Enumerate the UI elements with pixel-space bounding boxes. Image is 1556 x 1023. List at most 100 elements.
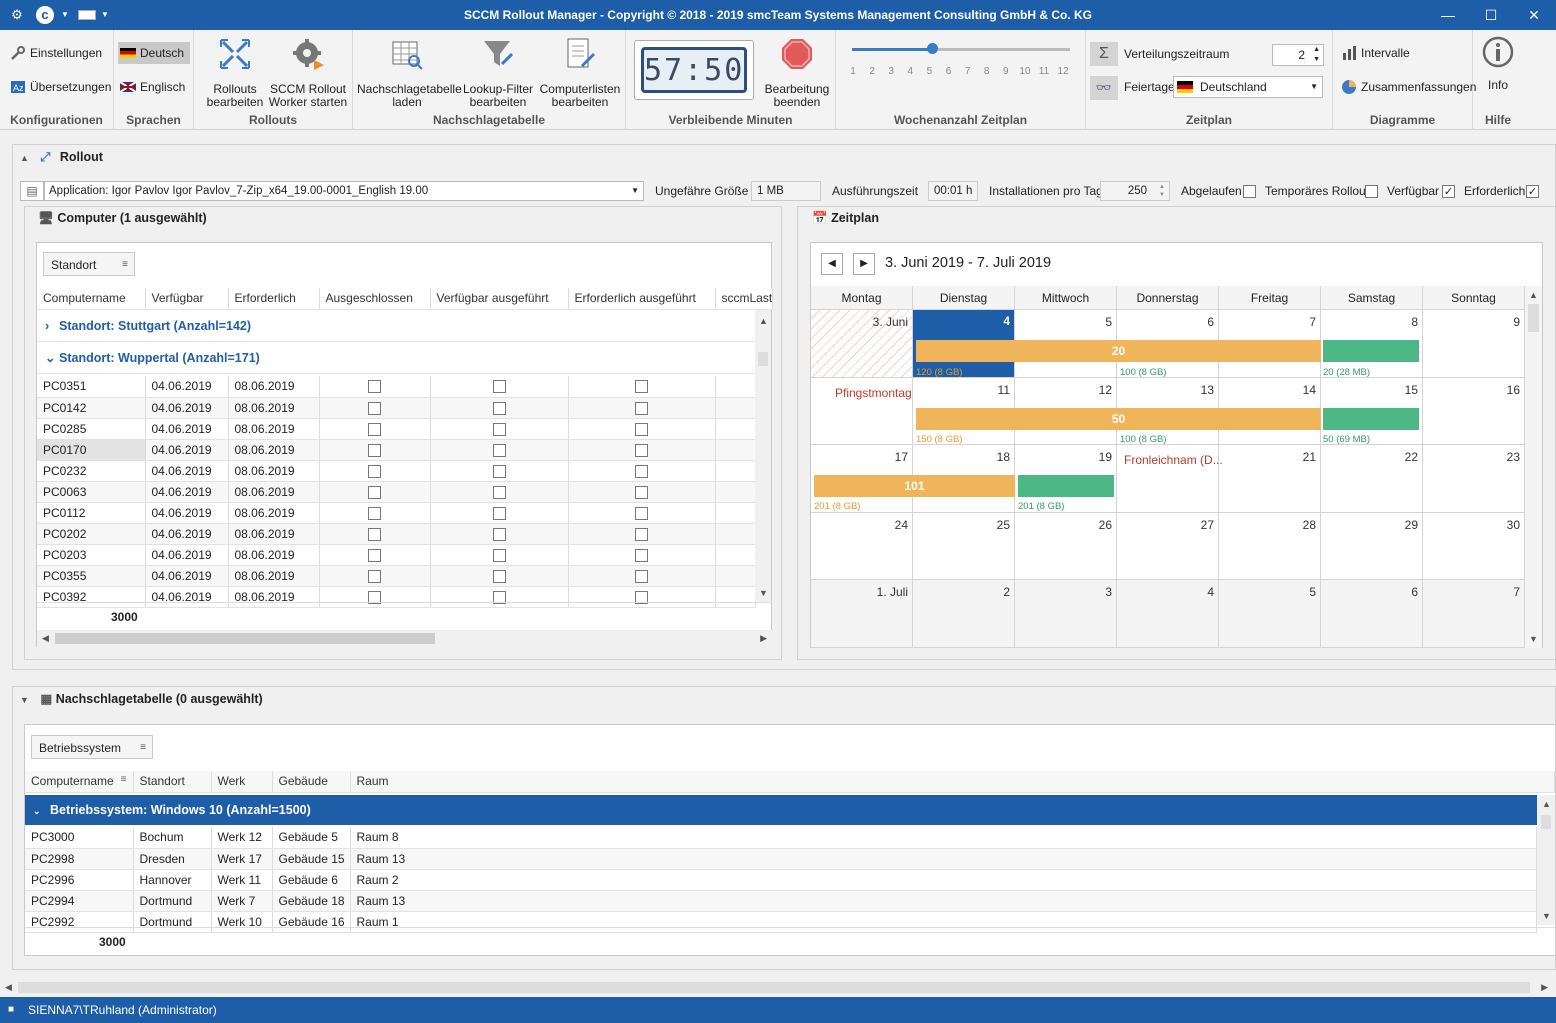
table-row[interactable]: PC0355 04.06.2019 08.06.2019 [37,565,756,587]
table-row[interactable]: PC2998 Dresden Werk 17 Gebäude 15 Raum 13 [25,848,1537,870]
row-checkbox[interactable] [635,485,648,499]
row-checkbox[interactable] [492,464,506,478]
lookup-filter-button[interactable]: Lookup-Filter bearbeiten [461,36,535,109]
scroll-left-icon[interactable]: ◀ [42,633,49,644]
calendar-day-cell[interactable]: 6 [1321,580,1423,648]
scroll-up-icon[interactable]: ▲ [1529,290,1538,300]
table-row[interactable]: PC0202 04.06.2019 08.06.2019 [37,523,756,545]
column-header[interactable]: Erforderlich ausgeführt [568,288,716,310]
schedule-bar[interactable] [1323,340,1419,362]
scroll-right-icon[interactable]: ▶ [1541,982,1548,993]
scroll-thumb[interactable] [758,352,768,366]
row-checkbox[interactable] [635,506,648,520]
chevron-down-icon[interactable]: ▼ [1310,77,1318,97]
schedule-bar[interactable] [1323,408,1419,430]
table-row[interactable]: PC0063 04.06.2019 08.06.2019 [37,481,756,503]
column-header[interactable]: Erforderlich [228,288,320,310]
row-checkbox[interactable] [635,380,648,394]
edit-rollouts-button[interactable]: Rollouts bearbeiten [200,36,270,109]
scroll-thumb[interactable] [18,982,1530,993]
group-by-os-chip[interactable]: Betriebssystem ≡ [31,735,153,759]
scroll-right-icon[interactable]: ▶ [760,633,767,644]
calendar-vscroll[interactable]: ▲ ▼ [1525,286,1542,648]
calendar-day-cell[interactable]: 25 [913,512,1015,580]
row-checkbox[interactable] [635,464,648,478]
calendar-day-cell[interactable]: 24 [811,512,913,580]
schedule-bar[interactable]: 20 [916,340,1321,362]
calendar-day-cell[interactable]: 1. Juli [811,580,913,648]
filter-icon[interactable]: ≡ [121,774,127,785]
scroll-left-icon[interactable]: ◀ [5,982,12,993]
row-checkbox[interactable] [635,527,648,541]
scroll-down-icon[interactable]: ▼ [1529,634,1538,644]
calendar-day-cell[interactable]: 26 [1015,512,1117,580]
scroll-down-icon[interactable]: ▼ [1542,911,1551,921]
calendar-next-button[interactable]: ▶ [853,253,875,275]
lookup-header[interactable]: ▼ ▦ Nachschlagetabelle (0 ausgewählt) [20,687,263,711]
table-row[interactable]: PC2994 Dortmund Werk 7 Gebäude 18 Raum 13 [25,890,1537,912]
group-row[interactable]: › Standort: Stuttgart (Anzahl=142) [37,310,755,342]
language-german-button[interactable]: Deutsch [118,42,190,64]
column-header[interactable]: Raum [350,771,1555,793]
row-checkbox[interactable] [368,527,381,541]
spinner-arrows-icon[interactable]: ▲ ▼ [1313,45,1320,65]
calendar-day-cell[interactable]: 30 [1423,512,1525,580]
stop-editing-button[interactable]: Bearbeitung beenden [762,36,832,109]
chevron-up-icon[interactable]: ▲ [20,153,29,163]
scroll-thumb[interactable] [55,633,435,644]
chevron-right-icon[interactable]: › [45,310,59,342]
column-header[interactable]: sccmLastC [715,288,773,310]
calendar-day-cell[interactable]: 3. Juni [811,310,913,378]
load-lookup-button[interactable]: Nachschlagetabelle laden [357,36,462,109]
row-checkbox[interactable] [368,443,381,457]
computer-vscroll[interactable]: ▲ ▼ [755,310,771,602]
row-checkbox[interactable] [368,569,381,583]
language-english-button[interactable]: Englisch [118,76,185,98]
row-checkbox[interactable] [492,443,506,457]
chevron-down-icon[interactable]: ⌄ [45,342,59,374]
summaries-button[interactable]: Zusammenfassungen [1339,76,1476,98]
table-row[interactable]: PC0142 04.06.2019 08.06.2019 [37,397,756,419]
scroll-up-icon[interactable]: ▲ [1542,799,1551,809]
start-worker-button[interactable]: SCCM Rollout Worker starten [268,36,348,109]
calendar-day-cell[interactable]: 5 [1219,580,1321,648]
row-checkbox[interactable] [492,380,506,394]
settings-button[interactable]: Einstellungen [8,42,102,64]
scroll-thumb[interactable] [1541,815,1551,829]
row-checkbox[interactable] [368,380,381,394]
row-checkbox[interactable] [368,422,381,436]
row-checkbox[interactable] [492,422,506,436]
calendar-prev-button[interactable]: ◀ [821,253,843,275]
weeks-slider[interactable] [852,43,1070,54]
row-checkbox[interactable] [368,506,381,520]
row-checkbox[interactable] [368,464,381,478]
calendar-day-cell[interactable]: 29 [1321,512,1423,580]
period-spinner[interactable]: 2 ▲ ▼ [1272,44,1324,66]
calendar-day-cell[interactable]: 2 [913,580,1015,648]
maximize-button[interactable]: ☐ [1481,6,1501,24]
table-row[interactable]: PC0112 04.06.2019 08.06.2019 [37,502,756,524]
close-button[interactable]: ✕ [1524,6,1544,24]
minimize-button[interactable]: — [1438,6,1458,24]
row-checkbox[interactable] [368,548,381,562]
row-checkbox[interactable] [635,548,648,562]
calendar-day-cell[interactable]: 21 [1219,445,1321,513]
table-row[interactable]: PC0232 04.06.2019 08.06.2019 [37,460,756,482]
intervals-button[interactable]: Intervalle [1339,42,1410,64]
per-day-spinner[interactable]: 250 ▲ ▼ [1100,181,1170,201]
computer-hscroll[interactable]: ◀ ▶ [37,630,772,647]
table-row[interactable]: PC0203 04.06.2019 08.06.2019 [37,544,756,566]
row-checkbox[interactable] [635,569,648,583]
calendar-day-cell[interactable]: 23 [1423,445,1525,513]
table-row[interactable]: PC0170 04.06.2019 08.06.2019 [37,439,756,461]
table-row[interactable]: PC3000 Bochum Werk 12 Gebäude 5 Raum 8 [25,827,1537,849]
row-checkbox[interactable] [368,485,381,499]
calendar-day-cell[interactable]: 22 [1321,445,1423,513]
column-header[interactable]: Computername [37,288,146,310]
calendar-day-cell[interactable]: 16 [1423,377,1525,445]
row-checkbox[interactable] [492,527,506,541]
column-header[interactable]: Computername ≡ [25,771,134,793]
required-checkbox[interactable] [1526,185,1539,199]
weeks-slider-thumb[interactable] [927,43,938,54]
group-by-standort-chip[interactable]: Standort ≡ [43,252,135,276]
